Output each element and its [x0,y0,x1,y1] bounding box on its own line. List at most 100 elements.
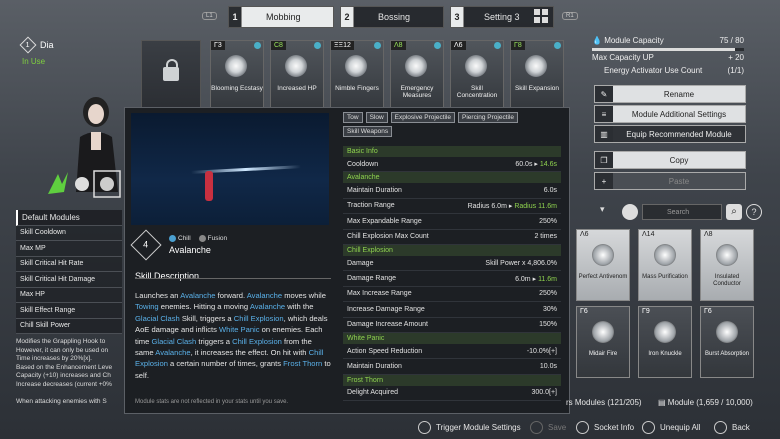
stat-value-group: 10.0s [540,363,557,370]
r1-shoulder-button[interactable]: R1 [562,12,578,20]
module-icon [405,55,427,77]
skill-tags: Chill Fusion [169,235,228,243]
square-button-icon [530,421,543,434]
module-socket-icon [554,42,561,49]
max-capacity-value: + 20 [728,53,744,62]
character-name: Dia [40,40,54,50]
keyword-tag[interactable]: Skill Weapons [343,126,393,137]
inventory-module-card[interactable]: Λ8 Insulated Conductor [700,229,754,301]
search-icon[interactable]: ⌕ [726,204,742,220]
in-use-label: In Use [22,57,46,66]
module-cost: Λ8 [391,41,406,50]
keyword-tag[interactable]: Slow [365,112,388,123]
fusion-tag-label: Fusion [207,235,228,243]
module-name: Perfect Antivenom [578,274,628,280]
save-button[interactable]: Save [530,421,566,434]
module-effect-description: Modifies the Grappling Hook to However, i… [16,338,126,406]
keyword-highlight: Towing [135,302,159,312]
tab-bossing[interactable]: 2 Bossing [340,6,444,28]
module-icon [654,244,676,266]
grid-view-icon[interactable] [534,9,548,23]
socket-info-button[interactable]: Socket Info [576,421,634,434]
back-button[interactable]: Back [714,421,750,434]
arrow-icon: ▸ [534,161,538,169]
stat-label: Cooldown [347,160,379,168]
equipped-module-slot[interactable]: C8 Increased HP [270,40,324,110]
trigger-module-settings-button[interactable]: Trigger Module Settings [418,421,521,434]
stat-label: Damage [347,259,374,267]
stat-value: 300.0[+] [531,389,558,397]
tab-mobbing[interactable]: 1 Mobbing [228,6,334,28]
module-name: Mass Purification [642,274,688,280]
inventory-module-card[interactable]: Λ6 Perfect Antivenom [576,229,630,301]
inventory-module-card[interactable]: Γ9 Iron Knuckle [638,306,692,378]
description-line: Increase decreases (current +0% [16,380,112,388]
brush-icon[interactable] [622,204,638,220]
skill-preview-video [131,113,329,225]
description-line: However, it can only be used on [16,346,109,354]
stat-label: Max Increase Range [347,290,412,298]
additional-settings-button[interactable]: ≡ Module Additional Settings [594,105,746,123]
stat-row: Damage Skill Power x 4,806.0% [343,256,561,272]
unequip-all-button[interactable]: Unequip All [642,421,700,434]
module-icon [225,55,247,77]
inventory-module-card[interactable]: Λ14 Mass Purification [638,229,692,301]
equipped-module-slot[interactable]: Λ6 Skill Concentration [450,40,504,110]
tab-number: 3 [451,7,464,27]
equipped-module-slot[interactable]: Λ8 Emergency Measures [390,40,444,110]
keyword-tag[interactable]: Explosive Projectile [390,112,456,123]
equipped-module-slot[interactable]: ΞΞ12 Nimble Fingers [330,40,384,110]
module-total-value: Module (1,659 / 10,000) [667,398,753,407]
keyword-highlight: Chill Explosion [233,313,284,323]
stat-value: 60.0s [515,161,533,169]
module-icon [525,55,547,77]
keyword-highlight: Avalanche [180,291,216,300]
module-socket-icon [494,42,501,49]
l1-shoulder-button[interactable]: L1 [202,12,217,20]
stat-value-group: Radius 6.0m ▸ Radius 11.6m [468,202,557,210]
inventory-module-card[interactable]: Γ6 Burst Absorption [700,306,754,378]
description-line: Modifies the Grappling Hook to [16,338,106,345]
module-cost: C8 [271,41,286,50]
stat-new-value: 14.6s [539,161,557,169]
keyword-tag[interactable]: Tow [343,112,363,123]
equip-recommended-button[interactable]: ▥ Equip Recommended Module [594,125,746,143]
stat-row: Max Increase Range 250% [343,287,561,303]
stat-new-value: 11.6m [538,275,557,283]
equip-label: Equip Recommended Module [626,129,732,139]
stat-label: Increase Damage Range [347,305,425,313]
stat-label: Action Speed Reduction [347,347,423,355]
paste-button[interactable]: + Paste [594,172,746,190]
equipped-module-slot[interactable]: Γ8 Skill Expansion [510,40,564,110]
equipped-module-slot[interactable]: Γ3 Blooming Ecstasy [210,40,264,110]
module-icon [592,321,614,343]
tab-number: 2 [341,7,354,27]
keyword-highlight: Frost Thorn [283,359,323,369]
copy-button[interactable]: ❐ Copy [594,151,746,169]
module-socket-icon [254,42,261,49]
keyword-tag[interactable]: Piercing Projectile [458,112,519,123]
module-icon [285,55,307,77]
description-fragment: with the [285,302,314,312]
module-socket-icon [374,42,381,49]
stat-section-header: Avalanche [343,172,561,184]
stat-row: Delight Acquired 300.0[+] [343,386,561,402]
module-icon [716,244,738,266]
drop-icon: 💧 [592,36,605,45]
locked-module-slot[interactable] [141,40,201,110]
inventory-module-card[interactable]: Γ6 Midair Fire [576,306,630,378]
preview-character [205,171,213,201]
tab-label: Mobbing [266,12,301,22]
arrow-icon: ▸ [508,202,513,210]
capacity-value: 75 / 80 [719,36,744,45]
keyword-highlight: Avalanche [249,302,286,312]
help-icon[interactable]: ? [746,204,762,220]
search-input[interactable]: Search [642,204,722,220]
default-module-stat: Max MP [16,241,122,257]
module-name: Midair Fire [588,351,618,357]
rename-button[interactable]: ✎ Rename [594,85,746,103]
stat-row: Damage Range 6.0m ▸ 11.6m [343,271,561,287]
filter-dropdown-icon[interactable]: ▾ [600,204,616,220]
default-module-stat: Chill Skill Power [16,318,122,334]
module-cost: ΞΞ12 [331,41,354,50]
